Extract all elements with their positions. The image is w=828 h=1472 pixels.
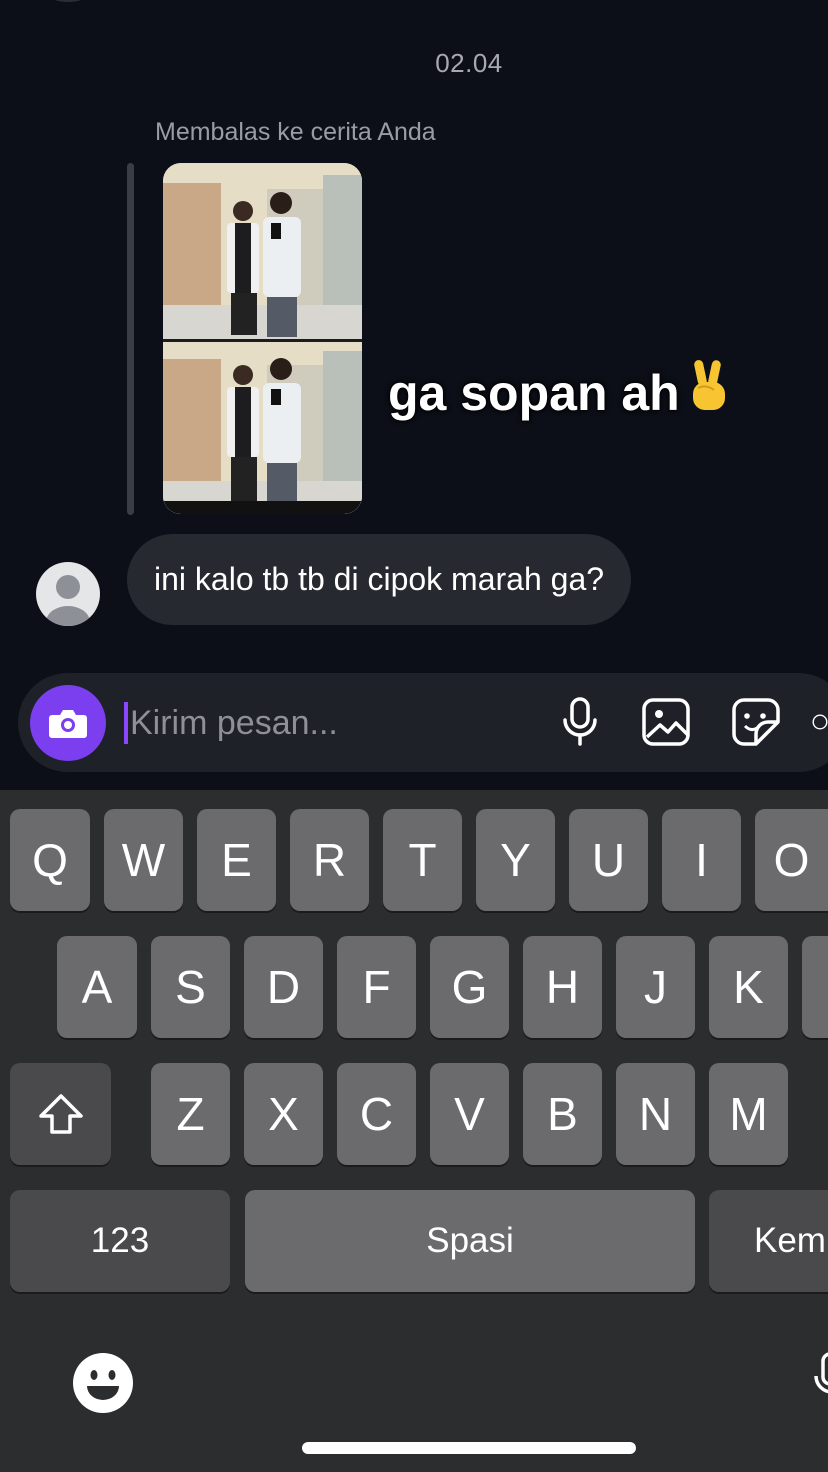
gallery-icon	[642, 698, 690, 746]
key-label: W	[121, 834, 166, 886]
key-w[interactable]: W	[104, 809, 183, 911]
shift-icon	[38, 1094, 83, 1134]
gallery-button[interactable]	[640, 694, 692, 750]
message-text: ini kalo tb tb di cipok marah ga?	[154, 561, 605, 597]
key-d[interactable]: D	[244, 936, 323, 1038]
key-h[interactable]: H	[523, 936, 602, 1038]
add-button[interactable]	[812, 694, 828, 750]
space-key[interactable]: Spasi	[245, 1190, 695, 1292]
key-y[interactable]: Y	[476, 809, 555, 911]
key-label: N	[638, 1088, 673, 1140]
key-label: Q	[32, 834, 68, 886]
key-label: H	[545, 961, 580, 1013]
message-input[interactable]	[130, 697, 540, 749]
sender-avatar[interactable]	[36, 562, 100, 626]
microphone-icon	[563, 697, 597, 746]
victory-hand-emoji-icon	[692, 360, 725, 410]
key-e[interactable]: E	[197, 809, 276, 911]
key-l[interactable]	[802, 936, 828, 1038]
key-label: G	[451, 961, 488, 1013]
key-label: T	[408, 834, 437, 886]
dictation-key[interactable]	[814, 1350, 828, 1412]
key-z[interactable]: Z	[151, 1063, 230, 1165]
key-label: O	[773, 834, 810, 886]
key-a[interactable]: A	[57, 936, 137, 1038]
key-s[interactable]: S	[151, 936, 230, 1038]
key-label: B	[547, 1088, 578, 1140]
key-q[interactable]: Q	[10, 809, 90, 911]
header-avatar-edge	[48, 0, 88, 2]
key-j[interactable]: J	[616, 936, 695, 1038]
key-label: K	[733, 961, 764, 1013]
key-c[interactable]: C	[337, 1063, 416, 1165]
key-m[interactable]: M	[709, 1063, 788, 1165]
key-label: E	[221, 834, 252, 886]
key-label: Spasi	[426, 1221, 514, 1260]
key-k[interactable]: K	[709, 936, 788, 1038]
sticker-button[interactable]	[730, 694, 782, 750]
key-g[interactable]: G	[430, 936, 509, 1038]
default-avatar-icon	[46, 575, 90, 626]
text-cursor	[124, 702, 128, 744]
add-icon	[812, 714, 828, 730]
key-label: Kem	[754, 1221, 826, 1260]
key-label: D	[266, 961, 301, 1013]
message-bubble[interactable]: ini kalo tb tb di cipok marah ga?	[127, 534, 632, 625]
return-key[interactable]: Kem	[709, 1190, 828, 1292]
camera-icon	[49, 710, 87, 738]
key-label: Y	[500, 834, 531, 886]
reply-bar	[127, 163, 134, 515]
shift-key[interactable]	[10, 1063, 111, 1165]
chat-thread: 02.04 Membalas ke cerita Anda ga sopan a…	[0, 0, 828, 790]
key-i[interactable]: I	[662, 809, 741, 911]
key-o[interactable]: O	[755, 809, 828, 911]
home-indicator	[302, 1442, 636, 1454]
key-b[interactable]: B	[523, 1063, 602, 1165]
story-photo	[163, 163, 362, 514]
key-label: J	[644, 961, 667, 1013]
message-timestamp: 02.04	[435, 48, 503, 78]
key-label: U	[591, 834, 626, 886]
key-r[interactable]: R	[290, 809, 369, 911]
reply-label: Membalas ke cerita Anda	[155, 118, 436, 146]
key-label: 123	[90, 1221, 150, 1260]
dictation-microphone-icon	[814, 1352, 828, 1394]
key-label: M	[729, 1088, 768, 1140]
key-label: F	[362, 961, 391, 1013]
key-label: R	[312, 834, 347, 886]
key-label: Z	[176, 1088, 205, 1140]
key-v[interactable]: V	[430, 1063, 509, 1165]
key-f[interactable]: F	[337, 936, 416, 1038]
emoji-icon	[73, 1353, 133, 1413]
microphone-button[interactable]	[554, 694, 606, 750]
key-n[interactable]: N	[616, 1063, 695, 1165]
camera-button[interactable]	[30, 685, 106, 761]
emoji-key[interactable]	[72, 1352, 134, 1414]
key-t[interactable]: T	[383, 809, 462, 911]
story-caption-text: ga sopan ah	[388, 365, 680, 421]
key-label: S	[175, 961, 206, 1013]
numbers-key[interactable]: 123	[10, 1190, 230, 1292]
sticker-icon	[732, 698, 780, 746]
story-thumbnail[interactable]	[163, 163, 362, 514]
key-x[interactable]: X	[244, 1063, 323, 1165]
story-caption: ga sopan ah	[388, 358, 732, 422]
key-label: V	[454, 1088, 485, 1140]
key-label: X	[268, 1088, 299, 1140]
key-label: I	[695, 834, 708, 886]
key-u[interactable]: U	[569, 809, 648, 911]
key-label: A	[81, 961, 113, 1013]
key-label: C	[359, 1088, 394, 1140]
